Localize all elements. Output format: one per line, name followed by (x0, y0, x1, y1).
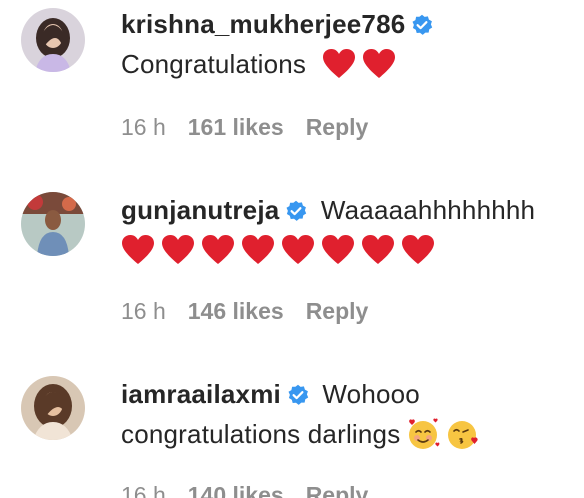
red-heart-icon (401, 234, 435, 266)
comment-text: Wohooo (322, 379, 420, 409)
comment-time: 16 h (121, 114, 166, 140)
likes-count[interactable]: 146 likes (188, 298, 284, 324)
likes-count[interactable]: 161 likes (188, 114, 284, 140)
red-heart-icon (281, 234, 315, 266)
comment-text: congratulations darlings (121, 419, 401, 449)
likes-count[interactable]: 140 likes (188, 482, 284, 498)
avatar[interactable] (21, 8, 85, 72)
red-heart-icon (362, 48, 396, 80)
comments-list: krishna_mukherjee786 Congratulations 16 … (0, 0, 584, 498)
verified-badge-icon (287, 384, 309, 406)
comment-text: Congratulations (121, 49, 307, 79)
smiling-face-with-hearts-icon (406, 417, 440, 451)
red-heart-icon (201, 234, 235, 266)
comment-username[interactable]: krishna_mukherjee786 (121, 9, 405, 39)
avatar[interactable] (21, 376, 85, 440)
reply-button[interactable]: Reply (306, 482, 369, 498)
verified-badge-icon (411, 14, 433, 36)
face-blowing-a-kiss-icon (446, 417, 480, 451)
comment-time: 16 h (121, 298, 166, 324)
comment-username[interactable]: gunjanutreja (121, 195, 279, 225)
red-heart-icon (161, 234, 195, 266)
verified-badge-icon (285, 200, 307, 222)
comment-time: 16 h (121, 482, 166, 498)
reply-button[interactable]: Reply (306, 114, 369, 140)
avatar[interactable] (21, 192, 85, 256)
comment-text: Waaaaahhhhhhhh (320, 195, 536, 225)
red-heart-icon (361, 234, 395, 266)
red-heart-icon (241, 234, 275, 266)
red-heart-icon (322, 48, 356, 80)
heart-row (121, 230, 576, 270)
red-heart-icon (321, 234, 355, 266)
reply-button[interactable]: Reply (306, 298, 369, 324)
red-heart-icon (121, 234, 155, 266)
comment-username[interactable]: iamraailaxmi (121, 379, 281, 409)
